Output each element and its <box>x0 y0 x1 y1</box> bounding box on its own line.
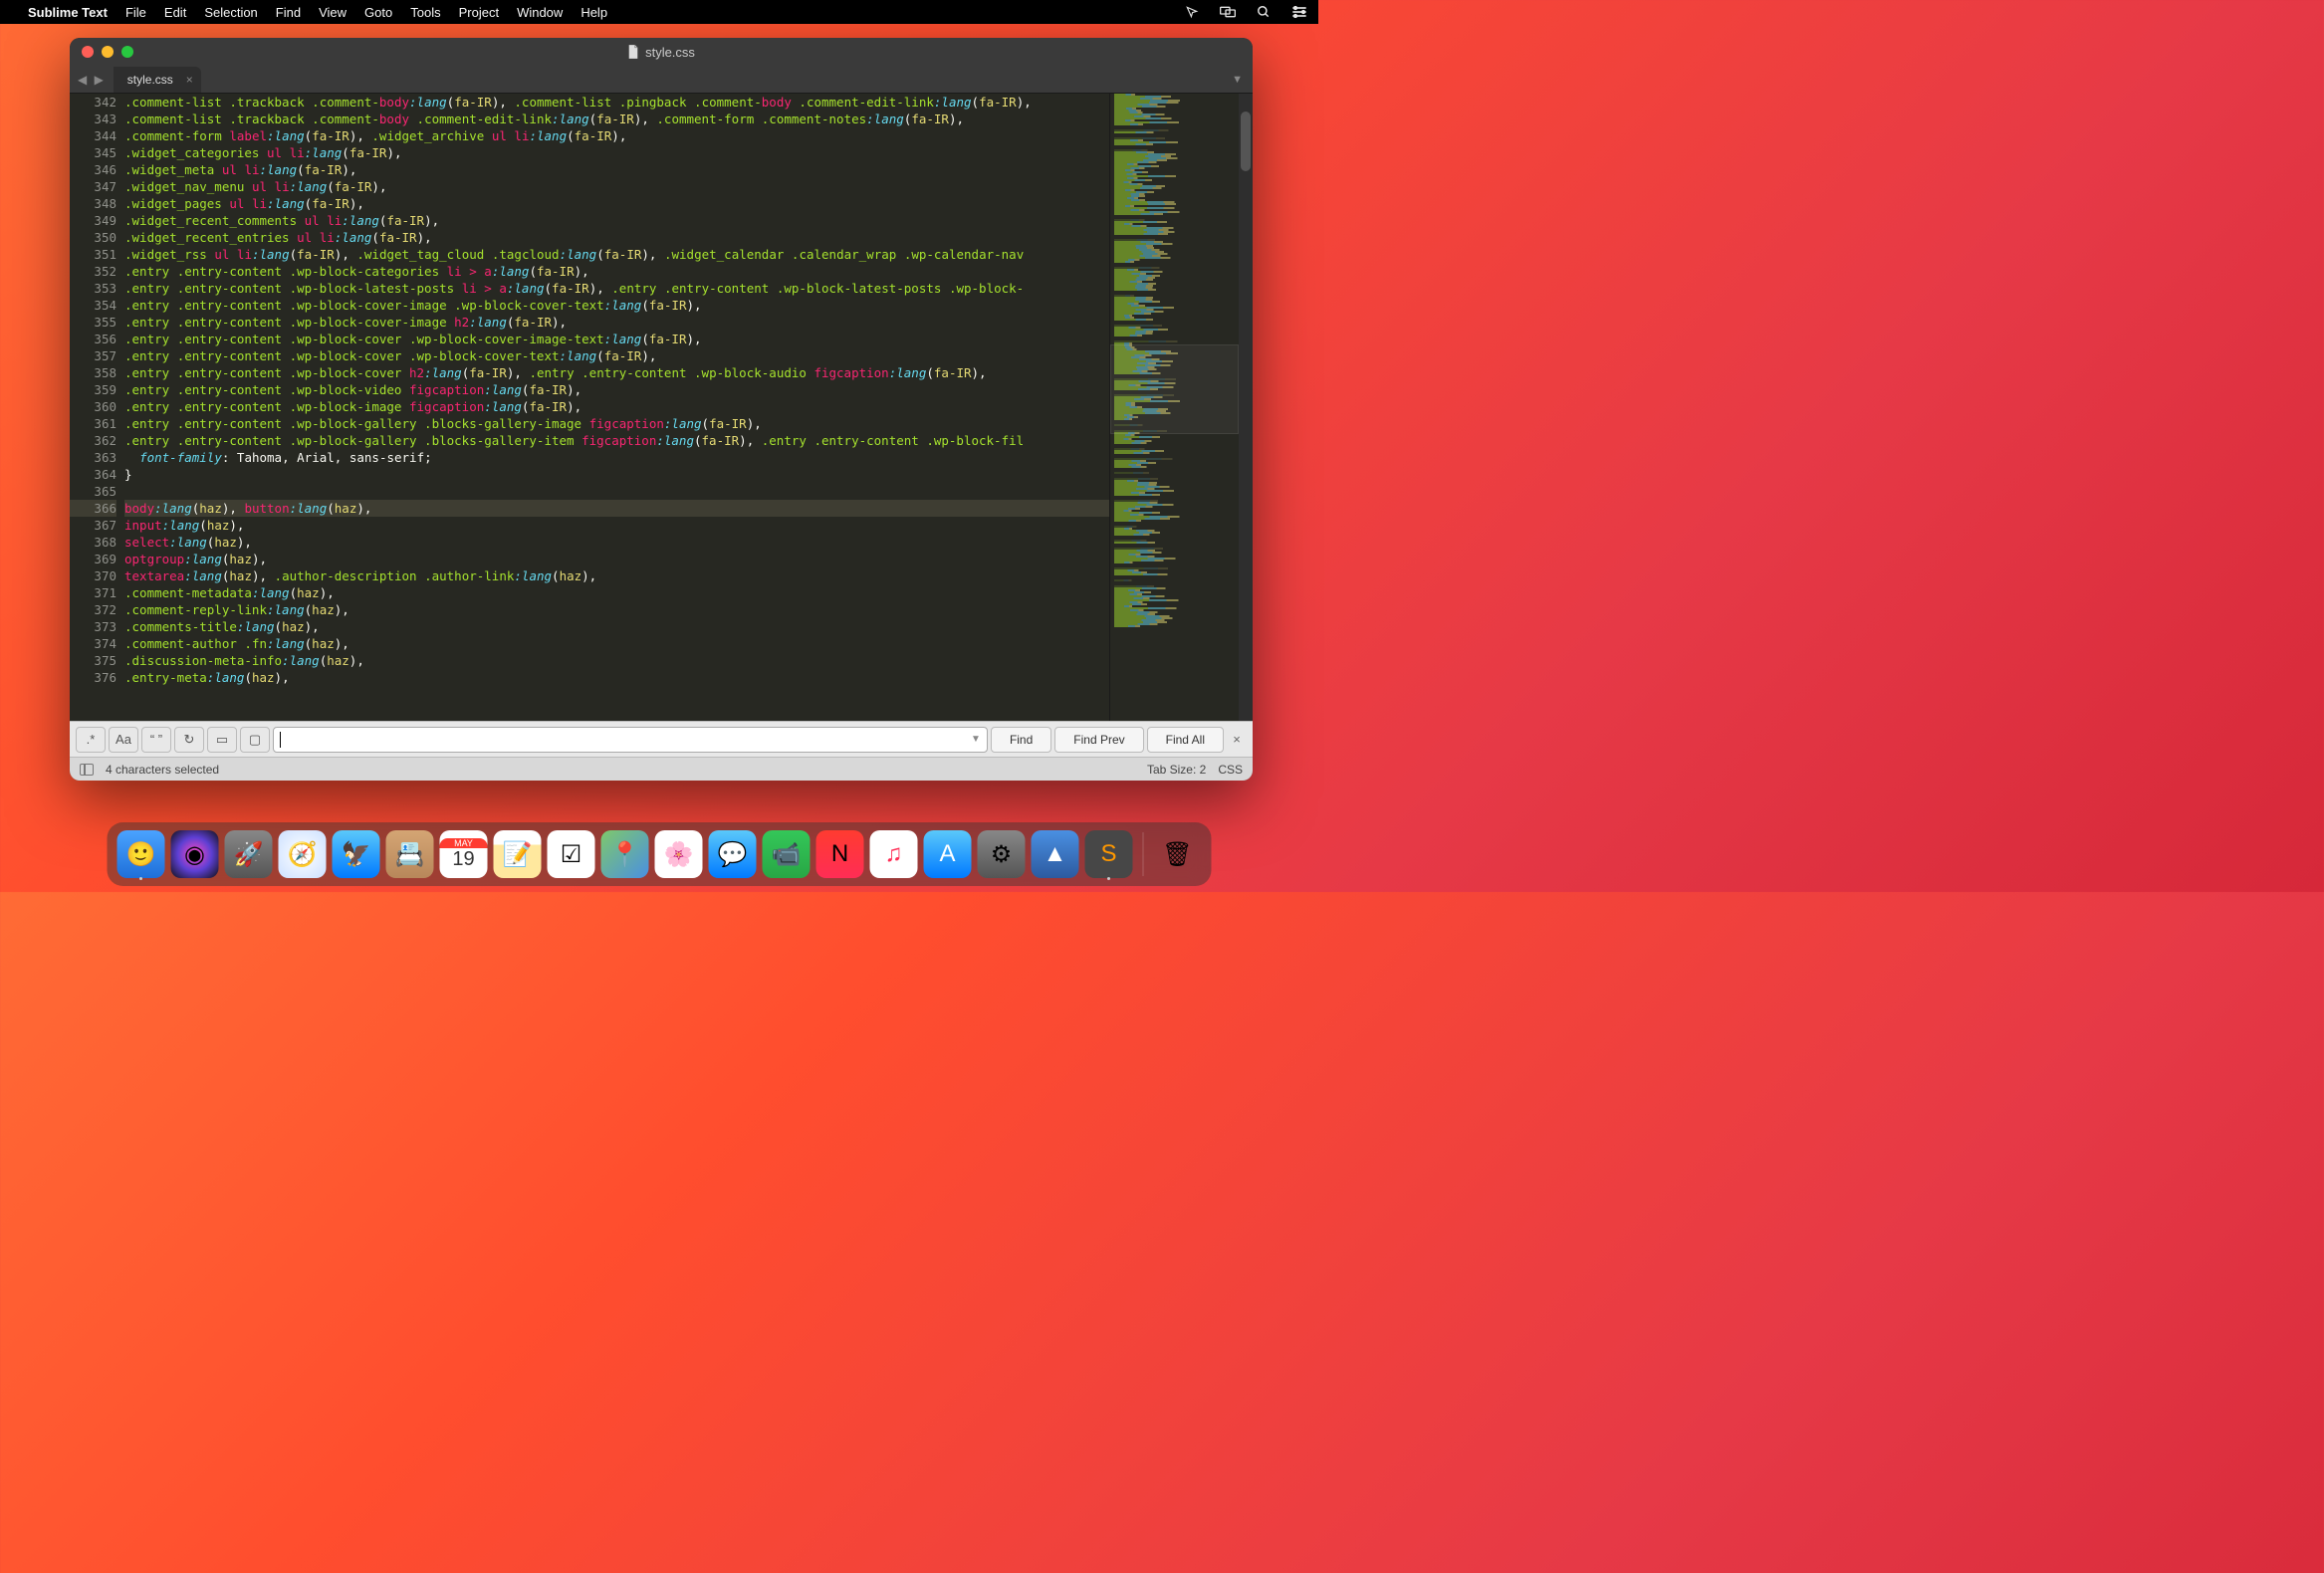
menu-window[interactable]: Window <box>517 5 563 20</box>
menu-file[interactable]: File <box>125 5 146 20</box>
find-all-button[interactable]: Find All <box>1147 727 1224 753</box>
sublime-window: style.css ◀ ▶ style.css × ▼ 342343344345… <box>70 38 1253 781</box>
find-input-wrapper: ▼ <box>273 727 988 753</box>
status-bar: 4 characters selected Tab Size: 2 CSS <box>70 757 1253 781</box>
menu-view[interactable]: View <box>319 5 347 20</box>
menu-tools[interactable]: Tools <box>410 5 440 20</box>
cursor-icon[interactable] <box>1183 3 1201 21</box>
dock-reminders-icon[interactable]: ☑ <box>548 830 595 878</box>
menu-project[interactable]: Project <box>459 5 499 20</box>
window-close-button[interactable] <box>82 46 94 58</box>
dock-messages-icon[interactable]: 💬 <box>709 830 757 878</box>
dock-settings-icon[interactable]: ⚙ <box>978 830 1026 878</box>
dock-launchpad-icon[interactable]: 🚀 <box>225 830 273 878</box>
find-wrap-toggle[interactable]: ↻ <box>174 727 204 753</box>
find-wholeword-toggle[interactable]: “ ” <box>141 727 171 753</box>
dock-news-icon[interactable]: N <box>816 830 864 878</box>
tab-close-icon[interactable]: × <box>186 73 193 87</box>
dock-calendar-icon[interactable]: MAY19 <box>440 830 488 878</box>
dock-music-icon[interactable]: ♫ <box>870 830 918 878</box>
dock-photos-icon[interactable]: 🌸 <box>655 830 703 878</box>
status-selection: 4 characters selected <box>106 763 219 777</box>
window-titlebar[interactable]: style.css <box>70 38 1253 66</box>
control-center-icon[interactable] <box>1290 3 1308 21</box>
dock-finder-icon[interactable]: 🙂 <box>117 830 165 878</box>
vertical-scrollbar[interactable] <box>1239 94 1253 721</box>
menu-help[interactable]: Help <box>581 5 607 20</box>
minimap[interactable] <box>1109 94 1239 721</box>
screen-mirror-icon[interactable] <box>1219 3 1237 21</box>
dock-mail-icon[interactable]: 🦅 <box>333 830 380 878</box>
find-highlight-toggle[interactable]: ▢ <box>240 727 270 753</box>
tab-overflow-dropdown[interactable]: ▼ <box>1222 74 1253 86</box>
tab-bar: ◀ ▶ style.css × ▼ <box>70 66 1253 94</box>
find-inselection-toggle[interactable]: ▭ <box>207 727 237 753</box>
window-zoom-button[interactable] <box>121 46 133 58</box>
editor-area[interactable]: 3423433443453463473483493503513523533543… <box>70 94 1253 721</box>
tab-label: style.css <box>127 73 173 87</box>
dock-appstore-icon[interactable]: A <box>924 830 972 878</box>
dock-maps-icon[interactable]: 📍 <box>601 830 649 878</box>
dock-safari-icon[interactable]: 🧭 <box>279 830 327 878</box>
code-content[interactable]: .comment-list .trackback .comment-body:l… <box>124 94 1109 721</box>
dock-xcode-icon[interactable]: ▲ <box>1032 830 1079 878</box>
menu-goto[interactable]: Goto <box>364 5 392 20</box>
app-menu[interactable]: Sublime Text <box>28 5 108 20</box>
line-number-gutter: 3423433443453463473483493503513523533543… <box>70 94 124 721</box>
document-icon <box>627 45 639 59</box>
dock-trash-icon[interactable]: 🗑 <box>1154 830 1202 878</box>
menu-selection[interactable]: Selection <box>204 5 257 20</box>
dock-contacts-icon[interactable]: 📇 <box>386 830 434 878</box>
dock-sublime-icon[interactable]: S <box>1085 830 1133 878</box>
find-close-icon[interactable]: × <box>1227 732 1247 747</box>
find-input[interactable] <box>281 732 971 747</box>
tab-style-css[interactable]: style.css × <box>114 67 201 93</box>
status-syntax[interactable]: CSS <box>1218 763 1243 777</box>
dock-facetime-icon[interactable]: 📹 <box>763 830 811 878</box>
dock-siri-icon[interactable]: ◉ <box>171 830 219 878</box>
dock-separator <box>1143 832 1144 876</box>
macos-dock: 🙂 ◉ 🚀 🧭 🦅 📇 MAY19 📝 ☑ 📍 🌸 💬 📹 N ♫ A ⚙ ▲ … <box>108 822 1212 886</box>
dock-notes-icon[interactable]: 📝 <box>494 830 542 878</box>
status-tabsize[interactable]: Tab Size: 2 <box>1147 763 1206 777</box>
menu-find[interactable]: Find <box>276 5 301 20</box>
window-minimize-button[interactable] <box>102 46 114 58</box>
menu-edit[interactable]: Edit <box>164 5 186 20</box>
window-title: style.css <box>645 45 695 60</box>
scrollbar-thumb[interactable] <box>1241 112 1251 171</box>
find-history-dropdown[interactable]: ▼ <box>971 734 981 745</box>
find-panel: .* Aa “ ” ↻ ▭ ▢ ▼ Find Find Prev Find Al… <box>70 721 1253 757</box>
spotlight-search-icon[interactable] <box>1255 3 1273 21</box>
macos-menubar: Sublime Text File Edit Selection Find Vi… <box>0 0 1318 24</box>
find-button[interactable]: Find <box>991 727 1051 753</box>
find-case-toggle[interactable]: Aa <box>109 727 138 753</box>
minimap-viewport[interactable] <box>1110 344 1239 434</box>
tab-history-nav[interactable]: ◀ ▶ <box>70 73 114 87</box>
find-prev-button[interactable]: Find Prev <box>1054 727 1143 753</box>
find-regex-toggle[interactable]: .* <box>76 727 106 753</box>
panel-switcher-icon[interactable] <box>80 764 94 776</box>
